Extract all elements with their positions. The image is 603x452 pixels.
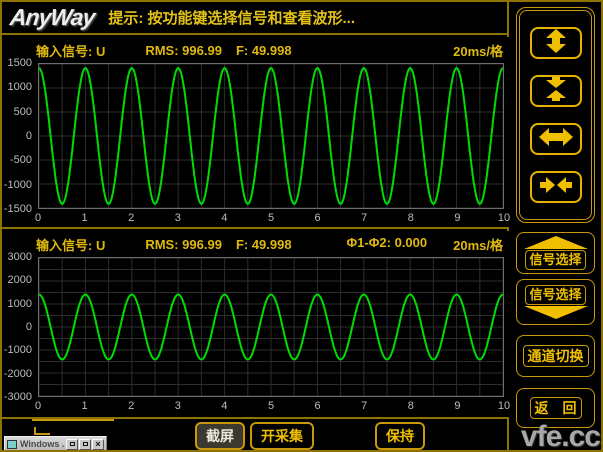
y-tick-label: -2000 [4,368,32,380]
waveform-chart-2: 3000200010000-1000-2000-3000 01234567891… [2,255,509,413]
expand-horizontal-icon [539,125,573,154]
y-tick-label: 1000 [8,81,32,93]
x-tick-label: 6 [315,400,321,412]
y-tick-label: 500 [14,106,32,118]
y-axis-labels: 3000200010000-1000-2000-3000 [2,257,34,397]
signal-label: 输入信号: U [36,41,105,60]
signal-label: 输入信号: U [36,235,105,254]
waveform-chart-1: 150010005000-500-1000-1500 012345678910 [2,61,509,225]
anyway-logo: AnyWay [9,4,96,31]
x-tick-label: 7 [361,212,367,224]
screenshot-button[interactable]: 截屏 [195,422,245,450]
plot-area [38,257,504,397]
x-tick-label: 1 [82,400,88,412]
close-button[interactable]: × [92,439,104,450]
restore-button[interactable] [66,439,78,450]
y-axis-labels: 150010005000-500-1000-1500 [2,63,34,209]
x-axis-labels: 012345678910 [38,211,504,225]
y-tick-label: -3000 [4,391,32,403]
windows-app-icon [7,440,17,449]
oscilloscope-screen: AnyWay 提示: 按功能键选择信号和查看波形... 输入信号: U RMS:… [0,0,603,452]
x-tick-label: 5 [268,400,274,412]
x-tick-label: 10 [498,400,510,412]
maximize-button[interactable] [79,439,91,450]
timebase-value: 20ms/格 [453,41,503,60]
tray-graphic-fragment [32,419,114,437]
x-tick-label: 3 [175,212,181,224]
x-tick-label: 9 [454,400,460,412]
x-tick-label: 1 [82,212,88,224]
expand-vertical-icon [539,29,573,58]
compress-vertical-button[interactable] [530,75,582,107]
y-tick-label: 1500 [8,57,32,69]
rms-value: RMS: 996.99 [145,237,222,252]
main-area: AnyWay 提示: 按功能键选择信号和查看波形... 输入信号: U RMS:… [2,2,509,450]
x-tick-label: 9 [454,212,460,224]
signal-select-down-button[interactable]: 信号选择 [516,279,595,325]
x-tick-label: 2 [128,400,134,412]
y-tick-label: -1500 [4,203,32,215]
x-tick-label: 8 [408,212,414,224]
hold-button[interactable]: 保持 [375,422,425,450]
channel-switch-button[interactable]: 通道切换 [516,335,595,377]
x-tick-label: 4 [221,400,227,412]
compress-horizontal-button[interactable] [530,171,582,203]
x-tick-label: 10 [498,212,510,224]
return-label: 返 回 [530,397,582,419]
expand-vertical-button[interactable] [530,27,582,59]
frequency-value: F: 49.998 [236,237,292,252]
signal-select-up-button[interactable]: 信号选择 [516,232,595,274]
sidebar: 信号选择 信号选择 通道切换 返 回 [511,2,601,450]
y-tick-label: -1000 [4,179,32,191]
signal-select-down-label: 信号选择 [525,285,585,305]
phase-difference-value: Φ1-Φ2: 0.000 [347,235,428,254]
x-tick-label: 0 [35,212,41,224]
x-tick-label: 4 [221,212,227,224]
y-tick-label: 0 [26,130,32,142]
compress-horizontal-icon [539,173,573,202]
panel-1-header: 输入信号: U RMS: 996.99 F: 49.998 20ms/格 [2,37,509,59]
compress-vertical-icon [539,77,573,106]
y-tick-label: -500 [10,154,32,166]
x-tick-label: 8 [408,400,414,412]
x-tick-label: 7 [361,400,367,412]
signal-select-up-label: 信号选择 [525,250,585,270]
channel-switch-label: 通道切换 [523,345,589,367]
title-bar: AnyWay 提示: 按功能键选择信号和查看波形... [2,2,507,35]
windows-title: Windows ... [20,439,65,449]
x-tick-label: 5 [268,212,274,224]
waveform-panel-1: 输入信号: U RMS: 996.99 F: 49.998 20ms/格 150… [2,37,509,229]
vfe-watermark: vfe.cc [521,420,600,452]
y-tick-label: 3000 [8,251,32,263]
x-tick-label: 0 [35,400,41,412]
zoom-controls-panel [516,7,595,223]
triangle-up-icon [524,236,588,249]
tip-text: 提示: 按功能键选择信号和查看波形... [108,7,355,28]
y-tick-label: 2000 [8,274,32,286]
y-tick-label: 1000 [8,298,32,310]
start-capture-button[interactable]: 开采集 [250,422,314,450]
rms-value: RMS: 996.99 [145,43,222,58]
y-tick-label: -1000 [4,344,32,356]
frequency-value: F: 49.998 [236,43,292,58]
y-tick-label: 0 [26,321,32,333]
waveform-panel-2: 输入信号: U RMS: 996.99 F: 49.998 Φ1-Φ2: 0.0… [2,231,509,419]
x-tick-label: 6 [315,212,321,224]
panel-2-header: 输入信号: U RMS: 996.99 F: 49.998 Φ1-Φ2: 0.0… [2,231,509,253]
windows-titlebar-fragment: Windows ... × [4,436,107,452]
timebase-value: 20ms/格 [453,235,503,254]
x-axis-labels: 012345678910 [38,399,504,413]
x-tick-label: 2 [128,212,134,224]
expand-horizontal-button[interactable] [530,123,582,155]
x-tick-label: 3 [175,400,181,412]
plot-area [38,63,504,209]
triangle-down-icon [524,306,588,319]
